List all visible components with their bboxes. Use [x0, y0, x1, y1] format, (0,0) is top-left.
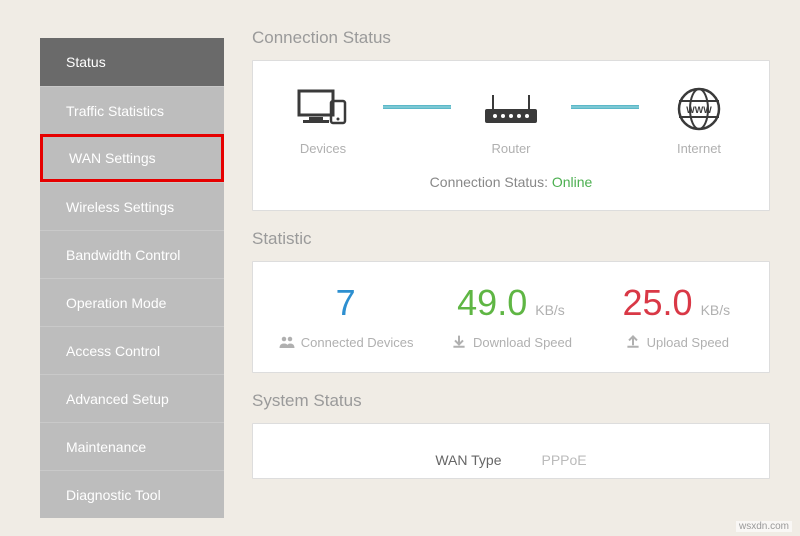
sidebar-item-wireless[interactable]: Wireless Settings — [40, 182, 224, 230]
stat-download-label: Download Speed — [428, 334, 593, 350]
internet-label: Internet — [677, 141, 721, 156]
sidebar-item-label: Operation Mode — [66, 295, 166, 311]
sidebar-item-label: Maintenance — [66, 439, 146, 455]
sidebar-item-maintenance[interactable]: Maintenance — [40, 422, 224, 470]
stat-devices-label: Connected Devices — [263, 334, 428, 350]
connection-title: Connection Status — [252, 28, 770, 48]
sidebar-item-bandwidth[interactable]: Bandwidth Control — [40, 230, 224, 278]
router-icon — [481, 85, 541, 133]
devices-icon — [295, 85, 351, 133]
stat-upload-value: 25.0 — [622, 282, 692, 323]
watermark: wsxdn.com — [736, 521, 792, 532]
system-status-title: System Status — [252, 391, 770, 411]
sidebar-item-label: Diagnostic Tool — [66, 487, 161, 503]
devices-label: Devices — [300, 141, 346, 156]
wan-type-key: WAN Type — [435, 452, 501, 468]
sidebar-item-label: Access Control — [66, 343, 160, 359]
router-label: Router — [491, 141, 530, 156]
sidebar-item-status[interactable]: Status — [40, 38, 224, 86]
connection-panel: Devices Router WWW Internet — [252, 60, 770, 211]
connection-status-text: Connection Status: Online — [263, 174, 759, 190]
stat-upload-label: Upload Speed — [594, 334, 759, 350]
devices-node: Devices — [263, 85, 383, 156]
connection-status-value: Online — [552, 174, 592, 190]
sidebar-item-advanced[interactable]: Advanced Setup — [40, 374, 224, 422]
upload-icon — [624, 334, 642, 350]
users-icon — [278, 334, 296, 350]
connection-line — [571, 105, 639, 109]
svg-text:WWW: WWW — [686, 105, 712, 115]
sidebar-item-diagnostic[interactable]: Diagnostic Tool — [40, 470, 224, 518]
sidebar-item-label: Traffic Statistics — [66, 103, 164, 119]
sidebar-item-label: Status — [66, 54, 106, 70]
stat-download: 49.0 KB/s — [428, 282, 593, 324]
internet-node: WWW Internet — [639, 85, 759, 156]
stat-devices-value: 7 — [336, 282, 356, 323]
system-status-panel: WAN Type PPPoE — [252, 423, 770, 479]
stat-upload-unit: KB/s — [701, 302, 731, 318]
router-node: Router — [451, 85, 571, 156]
sidebar: Status Traffic Statistics WAN Settings W… — [40, 38, 224, 536]
sidebar-item-label: Wireless Settings — [66, 199, 174, 215]
sidebar-item-operation[interactable]: Operation Mode — [40, 278, 224, 326]
sidebar-item-label: Advanced Setup — [66, 391, 169, 407]
main-content: Connection Status Devices Router — [224, 0, 800, 536]
stat-upload: 25.0 KB/s — [594, 282, 759, 324]
statistic-title: Statistic — [252, 229, 770, 249]
sidebar-item-label: WAN Settings — [69, 150, 156, 166]
wan-type-value: PPPoE — [542, 452, 587, 468]
stat-devices: 7 — [263, 282, 428, 324]
sidebar-item-wan[interactable]: WAN Settings — [40, 134, 224, 182]
sidebar-item-access[interactable]: Access Control — [40, 326, 224, 374]
www-icon: WWW — [676, 85, 722, 133]
sidebar-item-traffic[interactable]: Traffic Statistics — [40, 86, 224, 134]
connection-status-label: Connection Status: — [430, 174, 552, 190]
sidebar-item-label: Bandwidth Control — [66, 247, 180, 263]
download-icon — [450, 334, 468, 350]
connection-line — [383, 105, 451, 109]
statistic-panel: 7 49.0 KB/s 25.0 KB/s Connected Devices Do… — [252, 261, 770, 373]
stat-download-unit: KB/s — [535, 302, 565, 318]
stat-download-value: 49.0 — [457, 282, 527, 323]
